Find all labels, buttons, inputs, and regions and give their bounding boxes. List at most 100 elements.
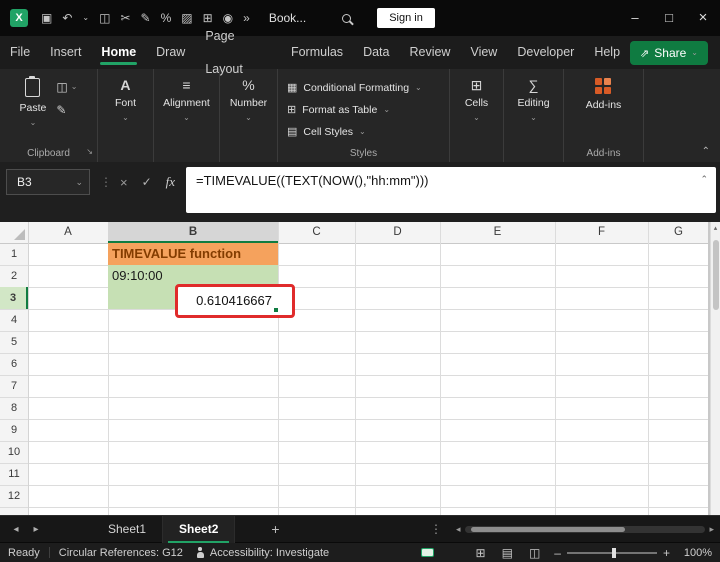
zoom-in-button[interactable] (663, 546, 670, 560)
horizontal-scrollbar-thumb[interactable] (470, 527, 625, 532)
close-button[interactable] (686, 0, 720, 36)
formula-bar-resizer[interactable] (100, 169, 112, 195)
minimize-button[interactable] (618, 0, 652, 36)
tab-review[interactable]: Review (399, 36, 460, 69)
collapse-ribbon-button[interactable] (702, 146, 710, 157)
name-box[interactable]: B3 (6, 169, 90, 195)
row-header[interactable]: 8 (0, 397, 28, 419)
row-header[interactable]: 5 (0, 331, 28, 353)
clipboard-dialog-launcher-icon[interactable] (86, 141, 93, 159)
cell-styles-button[interactable]: Cell Styles (278, 122, 449, 142)
tab-insert[interactable]: Insert (40, 36, 91, 69)
select-all-button[interactable] (0, 222, 28, 243)
column-header-g[interactable]: G (648, 222, 709, 243)
number-group-button[interactable]: Number (230, 78, 267, 122)
zoom-out-button[interactable] (554, 546, 561, 560)
zoom-slider[interactable] (566, 547, 657, 558)
formula-input[interactable]: =TIMEVALUE((TEXT(NOW(),"hh:mm"))) (186, 167, 716, 213)
tab-sheet1[interactable]: Sheet1 (92, 515, 164, 543)
chevron-down-icon (473, 114, 480, 122)
cancel-entry-icon[interactable] (120, 175, 128, 190)
paste-button[interactable]: Paste (20, 76, 46, 127)
font-group-button[interactable]: Font (115, 78, 136, 122)
fill-color-icon[interactable]: ▨ (181, 0, 192, 36)
copy-icon[interactable]: ◫ (99, 0, 110, 36)
next-sheet-icon[interactable] (26, 516, 46, 543)
search-icon[interactable] (342, 13, 352, 23)
tab-sheet2[interactable]: Sheet2 (163, 515, 236, 543)
row-header[interactable]: 1 (0, 243, 28, 265)
editing-group: Editing (504, 69, 564, 162)
share-button[interactable]: Share (630, 40, 708, 65)
scroll-right-icon[interactable] (709, 525, 714, 534)
tab-file[interactable]: File (0, 36, 40, 69)
normal-view-button[interactable] (476, 543, 486, 562)
tab-data[interactable]: Data (353, 36, 399, 69)
selection-fill-handle[interactable] (273, 307, 279, 313)
font-group: Font (98, 69, 154, 162)
cells-group-button[interactable]: Cells (465, 78, 488, 122)
accessibility-status[interactable]: Accessibility: Investigate (210, 547, 329, 559)
sign-in-button[interactable]: Sign in (377, 8, 435, 28)
editing-group-button[interactable]: Editing (517, 78, 549, 122)
display-settings-icon[interactable] (421, 548, 435, 557)
chevron-down-icon (691, 49, 698, 57)
row-header-3[interactable]: 3 (0, 287, 28, 309)
tab-help[interactable]: Help (584, 36, 630, 69)
vertical-scrollbar-thumb[interactable] (713, 240, 719, 310)
alignment-group-button[interactable]: Alignment (163, 78, 210, 122)
cell-b3[interactable] (108, 287, 176, 309)
page-break-view-button[interactable] (529, 543, 540, 562)
grid-area[interactable]: A B C D E F G 1 2 3 4 5 6 7 8 9 10 11 12… (0, 222, 710, 515)
row-header[interactable]: 7 (0, 375, 28, 397)
format-as-table-button[interactable]: Format as Table (278, 100, 449, 120)
column-header-d[interactable]: D (355, 222, 440, 243)
column-header-a[interactable]: A (28, 222, 108, 243)
insert-function-icon[interactable]: fx (166, 174, 175, 190)
row-header[interactable]: 10 (0, 441, 28, 463)
format-painter-icon[interactable]: ✎ (141, 0, 151, 36)
save-icon[interactable]: ▣ (41, 0, 52, 36)
enter-entry-icon[interactable] (142, 175, 152, 189)
zoom-level[interactable]: 100% (676, 547, 712, 559)
column-header-f[interactable]: F (555, 222, 648, 243)
row-header[interactable]: 9 (0, 419, 28, 441)
scroll-left-icon[interactable] (456, 525, 461, 534)
horizontal-scrollbar[interactable] (456, 525, 714, 534)
row-header[interactable]: 6 (0, 353, 28, 375)
tab-draw[interactable]: Draw (146, 36, 195, 69)
percent-style-icon[interactable]: % (161, 0, 172, 36)
column-header-c[interactable]: C (278, 222, 355, 243)
copy-button[interactable] (56, 80, 77, 94)
previous-sheet-icon[interactable] (6, 516, 26, 543)
scroll-up-icon[interactable] (711, 222, 720, 236)
conditional-formatting-button[interactable]: Conditional Formatting (278, 78, 449, 98)
row-header[interactable]: 2 (0, 265, 28, 287)
column-header-b[interactable]: B (108, 222, 278, 243)
format-painter-button[interactable] (56, 103, 77, 117)
circular-references-warning[interactable]: Circular References: G12 (59, 547, 183, 559)
collapse-formula-bar-icon[interactable] (700, 174, 708, 185)
page-layout-view-button[interactable] (502, 543, 513, 562)
tab-developer[interactable]: Developer (507, 36, 584, 69)
row-header[interactable]: 12 (0, 485, 28, 507)
tab-view[interactable]: View (460, 36, 507, 69)
chevron-down-icon (245, 114, 252, 122)
addins-button[interactable]: Add-ins (586, 78, 621, 111)
column-header-e[interactable]: E (440, 222, 555, 243)
zoom-slider-thumb[interactable] (611, 547, 616, 558)
clipboard-group-label: Clipboard (27, 148, 70, 159)
horizontal-scrollbar-track[interactable] (464, 526, 706, 533)
row-header[interactable]: 4 (0, 309, 28, 331)
tab-bar-divider-icon[interactable] (430, 516, 442, 543)
cut-icon[interactable]: ✂ (120, 0, 130, 36)
row-header[interactable]: 11 (0, 463, 28, 485)
tab-home[interactable]: Home (91, 36, 146, 69)
tab-formulas[interactable]: Formulas (281, 36, 353, 69)
undo-menu-icon[interactable]: ⌄ (82, 0, 89, 36)
new-sheet-button[interactable]: + (271, 516, 279, 543)
undo-icon[interactable]: ↶ (62, 0, 72, 36)
maximize-button[interactable] (652, 0, 686, 36)
vertical-scrollbar[interactable] (710, 222, 720, 515)
cell-b1[interactable]: TIMEVALUE function (108, 243, 278, 265)
